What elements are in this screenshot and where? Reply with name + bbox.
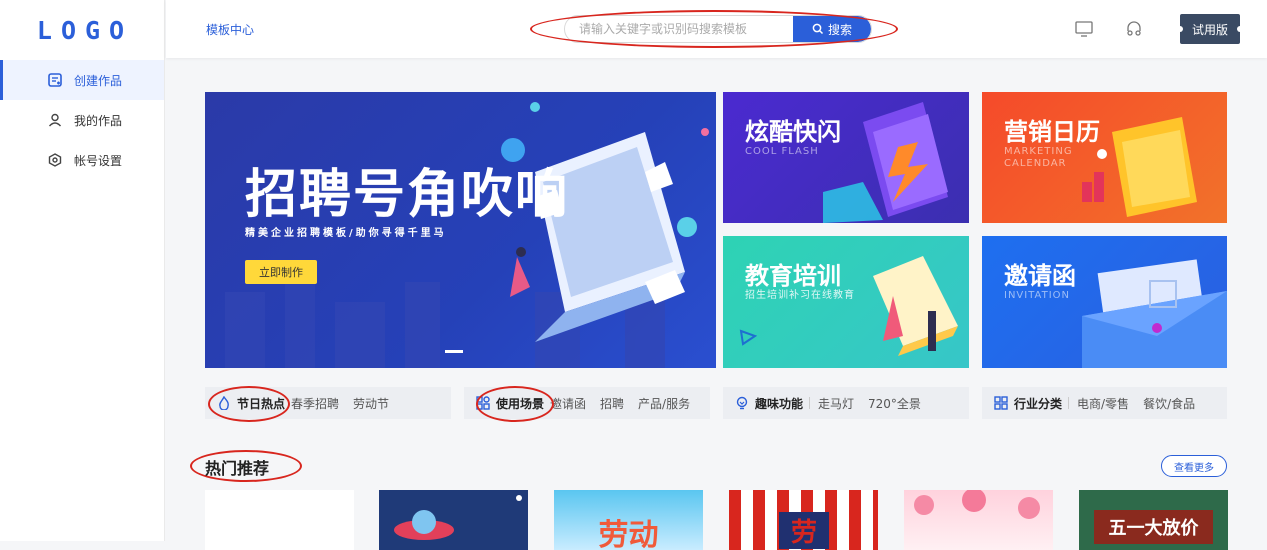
sidebar-item-create[interactable]: 创建作品 bbox=[0, 60, 164, 100]
bulb-icon bbox=[736, 396, 748, 410]
category-tag[interactable]: 720°全景 bbox=[868, 395, 921, 412]
category-tag[interactable]: 电商/零售 bbox=[1077, 395, 1129, 412]
monitor-icon[interactable] bbox=[1074, 20, 1094, 38]
hero-banner[interactable]: 招聘号角吹响 精美企业招聘模板/助你寻得千里马 立即制作 bbox=[205, 92, 716, 368]
category-tag[interactable]: 劳动节 bbox=[353, 395, 389, 412]
sidebar-item-label: 帐号设置 bbox=[74, 153, 123, 168]
template-thumb[interactable] bbox=[904, 490, 1053, 550]
headset-icon[interactable] bbox=[1124, 20, 1144, 38]
tile-title: 营销日历 bbox=[1004, 118, 1100, 146]
breadcrumb[interactable]: 模板中心 bbox=[206, 21, 254, 38]
category-name[interactable]: 趣味功能 bbox=[755, 395, 803, 412]
tile-cool-flash[interactable]: 炫酷快闪 COOL FLASH bbox=[723, 92, 969, 223]
template-thumb[interactable]: 劳动 bbox=[554, 490, 703, 550]
view-more-button[interactable]: 查看更多 bbox=[1161, 455, 1227, 477]
category-tag[interactable]: 产品/服务 bbox=[638, 395, 690, 412]
tile-title: 邀请函 bbox=[1004, 262, 1076, 290]
tile-education[interactable]: 教育培训 招生培训补习在线教育 bbox=[723, 236, 969, 368]
divider bbox=[809, 397, 811, 409]
template-thumb[interactable] bbox=[379, 490, 528, 550]
tile-subtitle: MARKETING CALENDAR bbox=[1004, 146, 1073, 169]
template-thumb[interactable] bbox=[205, 490, 354, 550]
tile-subtitle: COOL FLASH bbox=[745, 146, 819, 157]
grid-icon bbox=[994, 396, 1008, 410]
trial-badge[interactable]: 试用版 bbox=[1177, 14, 1243, 44]
thumb-text: 劳动 bbox=[598, 518, 659, 550]
category-bar-industry: 行业分类 电商/零售 餐饮/食品 bbox=[982, 387, 1227, 419]
divider bbox=[1068, 397, 1070, 409]
thumb-text: 五一大放价 bbox=[1094, 510, 1213, 544]
template-thumb[interactable]: 劳 bbox=[729, 490, 878, 550]
category-tag[interactable]: 招聘 bbox=[600, 395, 624, 412]
annotation-ellipse bbox=[530, 10, 898, 48]
create-icon bbox=[48, 73, 62, 87]
hero-title: 招聘号角吹响 bbox=[245, 164, 570, 225]
category-tag[interactable]: 春季招聘 bbox=[291, 395, 339, 412]
category-tag[interactable]: 走马灯 bbox=[818, 395, 854, 412]
sidebar-item-label: 创建作品 bbox=[74, 73, 123, 88]
sidebar-item-label: 我的作品 bbox=[74, 113, 123, 128]
ufo-illustration bbox=[394, 495, 522, 540]
tile-subtitle: 招生培训补习在线教育 bbox=[745, 290, 855, 301]
category-tag[interactable]: 邀请函 bbox=[550, 395, 586, 412]
annotation-ellipse bbox=[208, 386, 290, 422]
category-bar-fun: 趣味功能 走马灯 720°全景 bbox=[723, 387, 969, 419]
user-icon bbox=[48, 113, 62, 127]
template-thumb[interactable]: 五一大放价 bbox=[1079, 490, 1228, 550]
sidebar-item-my-works[interactable]: 我的作品 bbox=[0, 100, 164, 140]
thumb-text: 劳 bbox=[779, 512, 829, 549]
tile-title: 炫酷快闪 bbox=[745, 118, 841, 146]
tile-invitation[interactable]: 邀请函 INVITATION bbox=[982, 236, 1227, 368]
sidebar: LOGO 创建作品 我的作品 帐号设置 bbox=[0, 0, 165, 541]
annotation-ellipse bbox=[476, 386, 554, 422]
category-tag[interactable]: 餐饮/食品 bbox=[1143, 395, 1195, 412]
hero-subtitle: 精美企业招聘模板/助你寻得千里马 bbox=[245, 228, 447, 239]
topbar: 模板中心 搜索 试用版 bbox=[166, 0, 1267, 58]
settings-icon bbox=[48, 153, 62, 167]
category-name[interactable]: 行业分类 bbox=[1014, 395, 1062, 412]
hero-cta-button[interactable]: 立即制作 bbox=[245, 260, 317, 284]
tile-title: 教育培训 bbox=[745, 262, 841, 290]
flowers-illustration bbox=[914, 490, 1040, 519]
logo: LOGO bbox=[36, 15, 134, 45]
section-title: 热门推荐 bbox=[205, 459, 270, 478]
sidebar-item-account-settings[interactable]: 帐号设置 bbox=[0, 140, 164, 180]
tile-subtitle: INVITATION bbox=[1004, 290, 1071, 301]
tile-marketing-calendar[interactable]: 营销日历 MARKETING CALENDAR bbox=[982, 92, 1227, 223]
